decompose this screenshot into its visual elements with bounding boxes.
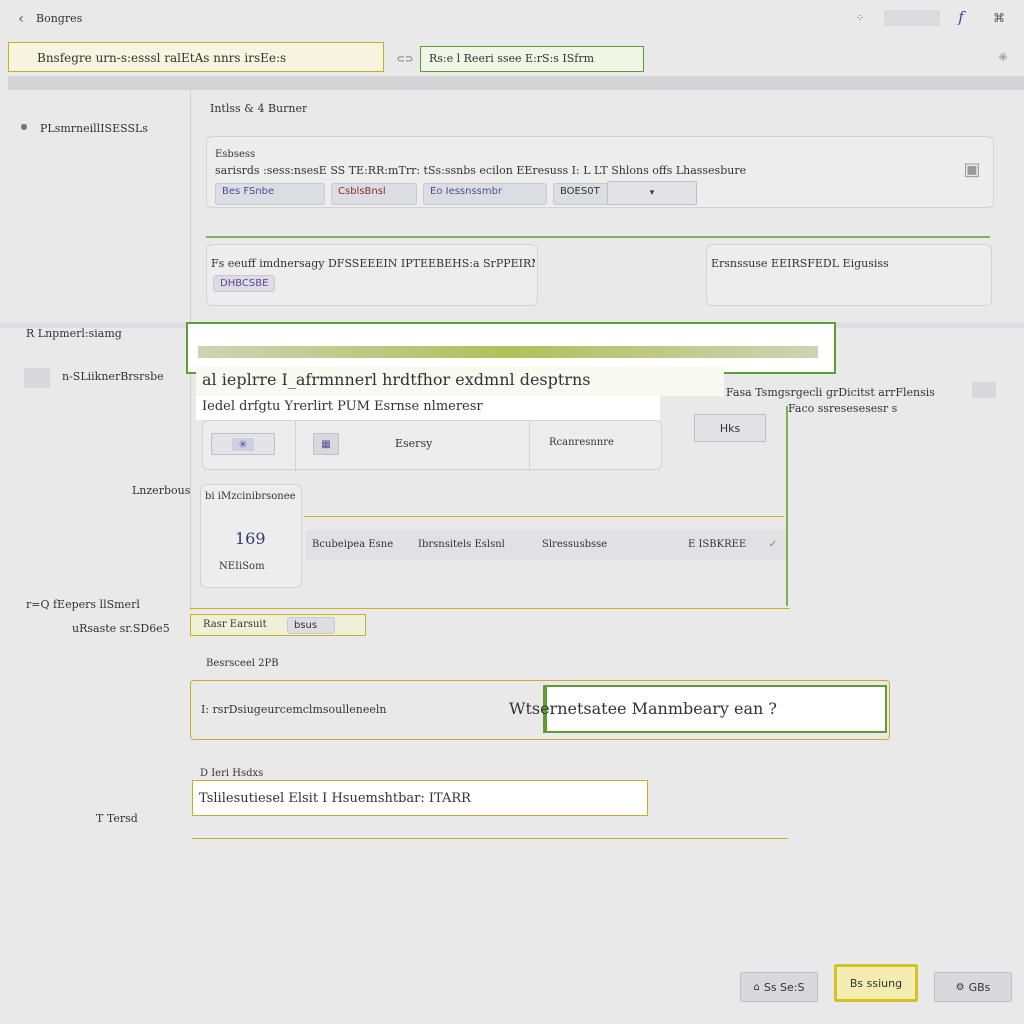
option-2-icon-btn[interactable]: ▦	[313, 433, 339, 455]
header-divider	[8, 76, 1024, 90]
highlight-block-bar	[198, 346, 818, 358]
result-box: I: rsrDsiugeurcemclmsoulleneeln Wtsernet…	[190, 680, 890, 740]
user-icon[interactable]: ⁘	[852, 10, 868, 26]
info-card-left: Fs eeuff imdnersagy DFSSEEEIN IPTEEBEHS:…	[206, 244, 538, 306]
save-icon: ⌂	[753, 981, 760, 993]
chip-row-item-3[interactable]: Slressusbsse	[542, 539, 642, 550]
filter-chip-2[interactable]: CsblsBnsl	[331, 183, 417, 205]
filter-dropdown[interactable]: ▾	[607, 181, 697, 205]
left-thumb	[24, 368, 50, 388]
left-label-2: R Lnpmerl:siamg	[26, 327, 122, 340]
footer-button-2-label: Bs ssiung	[849, 976, 903, 990]
left-label-6: uRsaste sr.SD6e5	[72, 622, 170, 635]
highlight-text-box-2: Iedel drfgtu Yrerlirt PUM Esrnse nlmeres…	[196, 396, 660, 420]
image-icon[interactable]: ▣	[959, 157, 985, 181]
search-field-left-text: Bnsfegre urn-s:esssl ralEtAs nnrs irsEe:…	[37, 51, 287, 65]
options-divider-2	[529, 421, 530, 471]
bottom-highlight: Tslilesutiesel Elsit I Hsuemshtbar: ITAR…	[192, 780, 648, 816]
grid-icon: ▦	[321, 438, 331, 450]
highlight-text-box: al ieplrre I_afrmnnerl hrdtfhor exdmnl d…	[196, 366, 724, 396]
gear-icon: ⚙	[955, 981, 965, 993]
option-4-label[interactable]: Rcanresnnre	[549, 437, 614, 448]
info-card-chip[interactable]: DHBCSBE	[213, 275, 276, 292]
highlight-right-swatch	[972, 382, 996, 398]
chip-row-item-2[interactable]: Ibrsnsitels Eslsnl	[418, 539, 534, 550]
tag-row-label: Rasr Earsuit	[203, 619, 267, 630]
info-card-right-text: Ersnssuse EEIRSFEDL Eigusiss	[711, 257, 889, 270]
info-card-right: Ersnssuse EEIRSFEDL Eigusiss	[706, 244, 992, 306]
metric-card-value: 169	[235, 529, 266, 548]
search-placeholder-bar[interactable]	[884, 10, 940, 26]
chip-row-item-4[interactable]: E ISBKREE	[688, 539, 760, 550]
font-icon[interactable]: f	[954, 8, 968, 26]
link-icon[interactable]: ⊂⊃	[397, 54, 414, 65]
option-5-button[interactable]: Hks	[694, 414, 766, 442]
result-box-highlight: Wtsernetsatee Manmbeary ean ?	[509, 685, 887, 733]
expand-icon[interactable]: ⁜	[996, 50, 1010, 64]
highlight-line-2: Iedel drfgtu Yrerlirt PUM Esrnse nlmeres…	[202, 399, 483, 414]
result-box-left-text: I: rsrDsiugeurcemclmsoulleneeln	[201, 703, 387, 716]
filter-card: Esbsess sarisrds :sess:nsesE SS TE:RR:mT…	[206, 136, 994, 208]
bottom-divider	[192, 838, 788, 839]
vertical-accent-green	[786, 406, 788, 606]
left-label-1: PLsmrneillISESSLs	[40, 122, 148, 135]
filter-card-row: sarisrds :sess:nsesE SS TE:RR:mTrr: tSs:…	[215, 164, 747, 177]
footer-button-3-label: GBs	[968, 980, 991, 994]
tag-row-line	[190, 608, 790, 609]
metric-card: bi iMzcinibrsonee 169 NEIiSom	[200, 484, 302, 588]
filter-card-label: Esbsess	[215, 149, 256, 160]
info-card-left-text: Fs eeuff imdnersagy DFSSEEEIN IPTEEBEHS:…	[211, 257, 535, 270]
left-label-7: T Tersd	[96, 812, 138, 825]
command-icon[interactable]: ⌘	[992, 9, 1006, 27]
chip-row-check-icon[interactable]: ✓	[766, 537, 780, 551]
option-5-label: Hks	[719, 421, 741, 435]
highlight-line-1: al ieplrre I_afrmnnerl hrdtfhor exdmnl d…	[202, 370, 591, 389]
tag-row-chip[interactable]: bsus	[287, 617, 335, 634]
option-1-chip: ✳	[232, 437, 254, 451]
bullet-icon: ●	[20, 121, 28, 131]
search-field-left[interactable]: Bnsfegre urn-s:esssl ralEtAs nnrs irsEe:…	[8, 42, 384, 72]
footer-button-1-label: Ss Se:S	[763, 980, 805, 994]
metric-card-caption: NEIiSom	[219, 561, 265, 572]
footer-button-3[interactable]: ⚙ GBs	[934, 972, 1012, 1002]
left-label-3: n-SLiiknerBrsrsbe	[62, 370, 164, 383]
result-box-right-text: Wtsernetsatee Manmbeary ean ?	[509, 699, 778, 718]
left-label-4: Lnzerbous	[132, 484, 191, 497]
highlight-right-text-a: Fasa Tsmgsrgecli grDicitst arrFlensis	[726, 386, 935, 399]
chips-row-top-line	[304, 516, 784, 517]
top-bar: ‹ Bongres ⁘ f ⌘	[0, 0, 1024, 38]
highlight-right-text-b: Faco ssresesesesr s	[788, 402, 898, 415]
options-divider-1	[295, 421, 296, 471]
filter-chip-3[interactable]: Eo Iessnssmbr	[423, 183, 547, 205]
bottom-highlight-text: Tslilesutiesel Elsit I Hsuemshtbar: ITAR…	[199, 791, 471, 806]
chevron-down-icon: ▾	[649, 188, 655, 198]
filter-chip-1[interactable]: Bes FSnbe	[215, 183, 325, 205]
option-1[interactable]: ✳	[211, 433, 275, 455]
section-header: Intlss & 4 Burner	[210, 102, 308, 115]
search-field-right[interactable]: Rs:e l Reeri ssee E:rS:s ISfrm	[420, 46, 644, 72]
left-label-5: r=Q fEepers llSmerl	[26, 598, 140, 611]
chips-row: Bcubeipea Esne Ibrsnsitels Eslsnl Slress…	[306, 530, 786, 560]
options-card: ✳ ▦ Esersy Rcanresnnre	[202, 420, 662, 471]
search-field-right-text: Rs:e l Reeri ssee E:rS:s ISfrm	[429, 52, 595, 65]
option-3-label[interactable]: Esersy	[395, 437, 432, 450]
tag-row: Rasr Earsuit bsus	[190, 614, 366, 636]
footer-button-2[interactable]: Bs ssiung	[834, 964, 918, 1002]
bottom-section-header: D Ieri Hsdxs	[200, 768, 264, 779]
back-icon[interactable]: ‹	[14, 10, 28, 28]
divider-green-1	[206, 236, 990, 238]
back-label[interactable]: Bongres	[36, 12, 82, 25]
metric-card-title: bi iMzcinibrsonee	[205, 491, 296, 502]
chip-row-item-1[interactable]: Bcubeipea Esne	[312, 539, 408, 550]
section2-header: Besrsceel 2PB	[206, 658, 279, 669]
footer-button-1[interactable]: ⌂ Ss Se:S	[740, 972, 818, 1002]
